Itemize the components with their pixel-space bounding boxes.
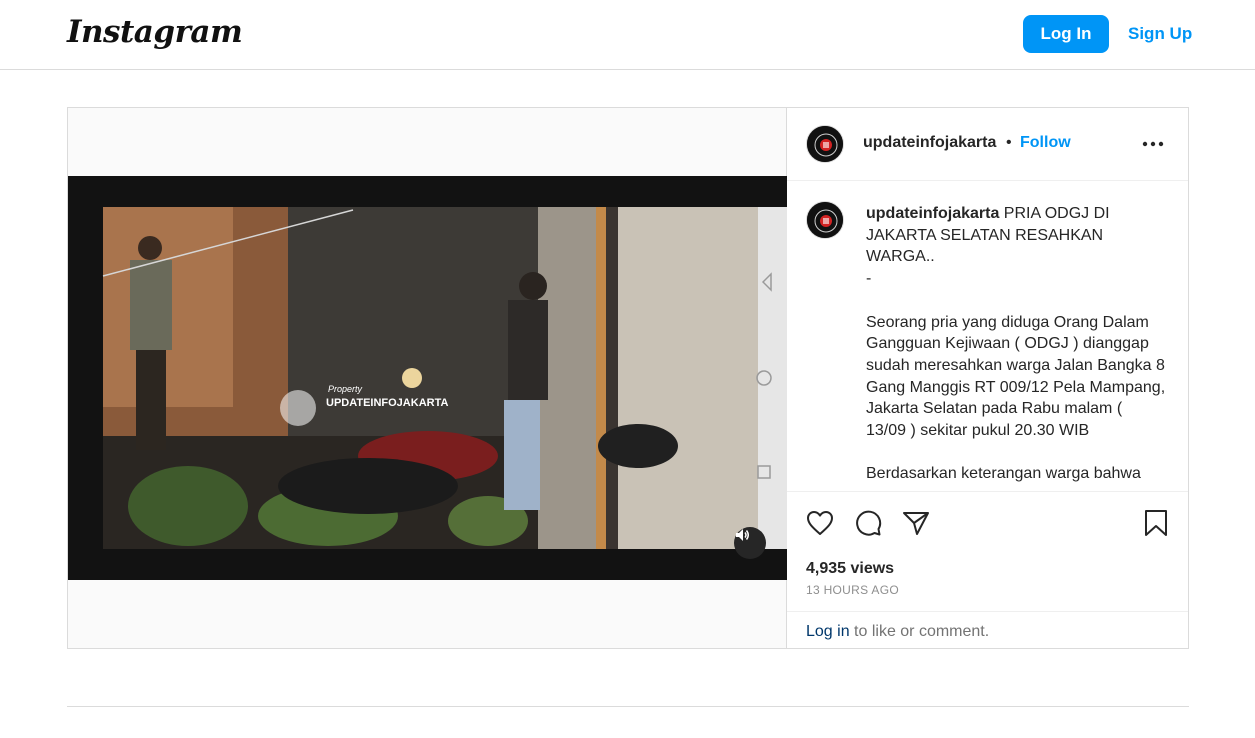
top-navigation: Instagram Log In Sign Up [0,0,1255,70]
watermark-small: Property [328,384,363,394]
bookmark-icon [1145,510,1167,536]
watermark-main: UPDATEINFOJAKARTA [326,397,448,409]
login-prompt: Log in to like or comment. [787,611,1188,649]
caption-text: PRIA ODGJ DI JAKARTA SELATAN RESAHKAN WA… [866,205,1166,483]
separator-dot: • [1006,134,1012,151]
mute-button[interactable] [734,527,766,559]
caption-avatar[interactable] [806,201,844,239]
caption-area[interactable]: updateinfojakarta PRIA ODGJ DI JAKARTA S… [787,181,1188,491]
more-icon [1142,141,1164,147]
post-media: Property UPDATEINFOJAKARTA [68,108,787,648]
heart-icon [807,511,833,535]
login-prompt-text: Log in to like or comment. [806,623,989,641]
avatar-logo-icon [807,202,843,238]
follow-button[interactable]: Follow [1020,134,1071,152]
view-count[interactable]: 4,935 views [806,560,894,578]
post-sidebar: updateinfojakarta • Follow updateinfojak… [787,108,1188,648]
avatar-logo-icon [807,126,843,162]
video-player[interactable]: Property UPDATEINFOJAKARTA [68,176,787,580]
post-timestamp[interactable]: 13 HOURS AGO [806,583,899,597]
share-button[interactable] [901,508,931,538]
comment-button[interactable] [853,508,883,538]
post-username[interactable]: updateinfojakarta [863,134,996,152]
post-header: updateinfojakarta • Follow [787,108,1188,181]
more-options-button[interactable] [1139,130,1167,158]
login-button[interactable]: Log In [1023,15,1109,53]
instagram-logo[interactable]: Instagram [67,14,243,50]
login-prompt-suffix: to like or comment. [849,623,990,640]
footer-divider [67,706,1189,707]
signup-link[interactable]: Sign Up [1128,24,1192,44]
caption-username[interactable]: updateinfojakarta [866,205,999,222]
like-button[interactable] [805,508,835,538]
share-icon [903,512,929,535]
save-button[interactable] [1141,508,1171,538]
comment-icon [856,510,882,536]
video-frame: Property UPDATEINFOJAKARTA [68,176,787,580]
login-link[interactable]: Log in [806,623,850,640]
post-caption: updateinfojakarta PRIA ODGJ DI JAKARTA S… [866,203,1166,485]
speaker-icon [736,529,749,541]
post-card: Property UPDATEINFOJAKARTA updateinfojak… [67,107,1189,649]
post-actions: 4,935 views 13 HOURS AGO Log in to like … [787,491,1188,648]
avatar[interactable] [806,125,844,163]
